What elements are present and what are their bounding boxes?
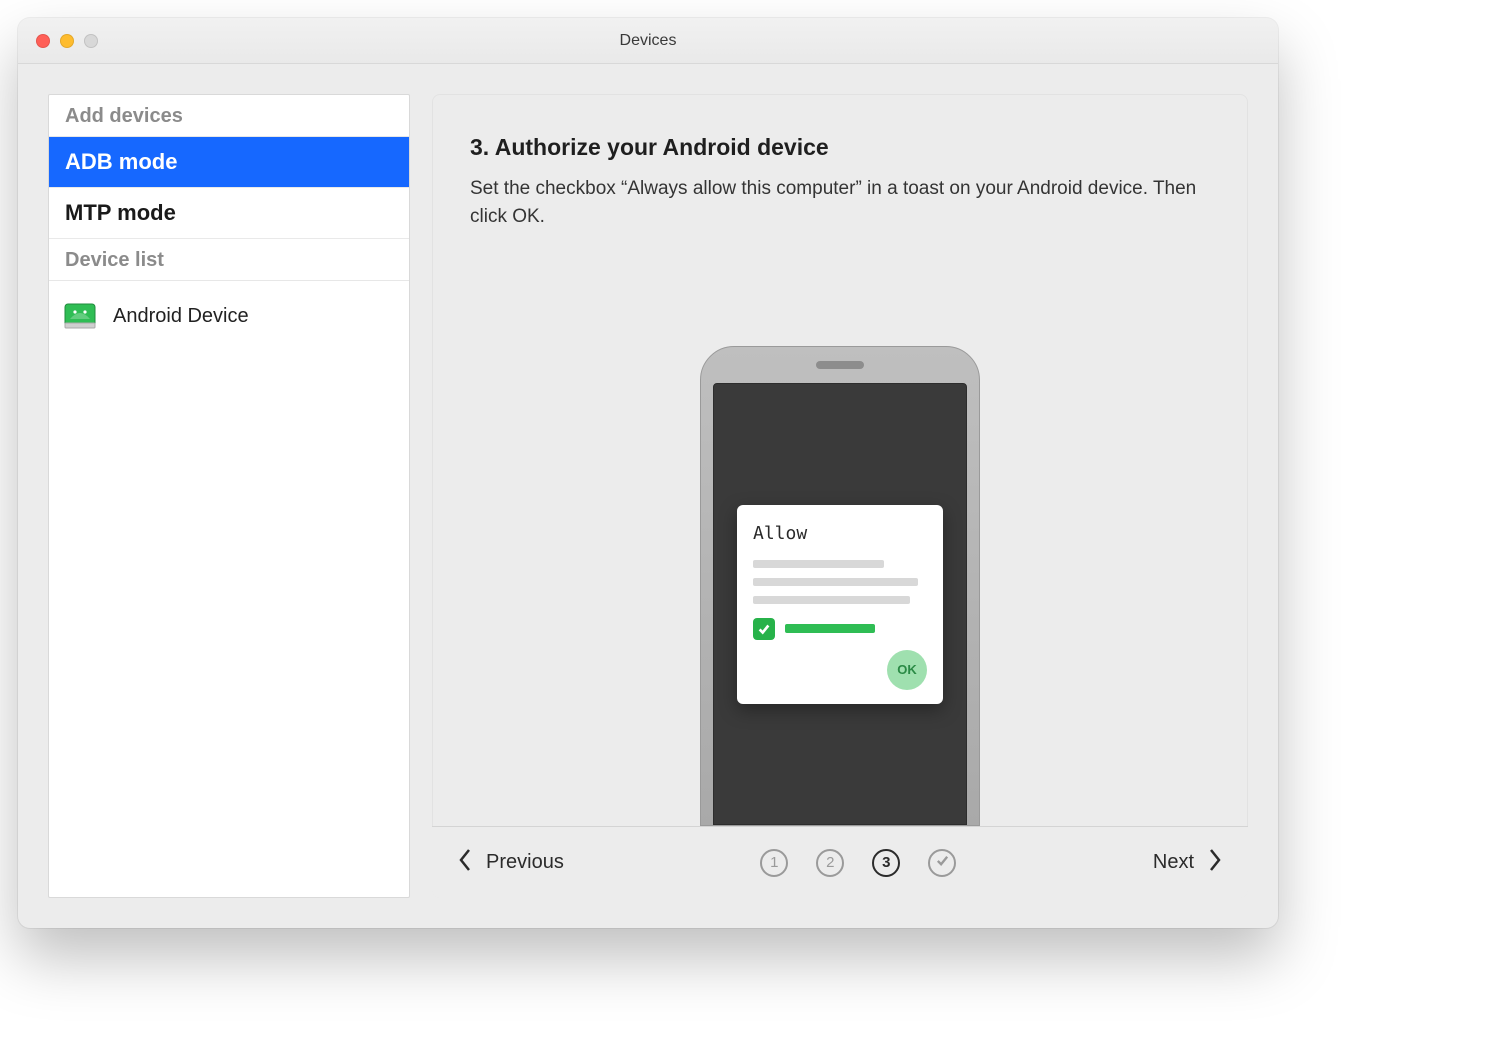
- phone-illustration: Allow: [700, 346, 980, 826]
- step-indicator-3[interactable]: 3: [872, 849, 900, 877]
- chevron-left-icon: [456, 847, 474, 879]
- window: Devices Add devices ADB mode MTP mode De…: [18, 18, 1278, 928]
- placeholder-line: [753, 560, 884, 568]
- step-indicator: 1 2 3: [760, 849, 956, 877]
- minimize-icon[interactable]: [60, 34, 74, 48]
- sidebar-header-device-list: Device list: [49, 239, 409, 281]
- close-icon[interactable]: [36, 34, 50, 48]
- step-description: Set the checkbox “Always allow this comp…: [470, 175, 1210, 230]
- chevron-right-icon: [1206, 847, 1224, 879]
- wizard-footer: Previous 1 2 3: [432, 826, 1248, 898]
- window-title: Devices: [620, 32, 677, 50]
- next-label: Next: [1153, 851, 1194, 874]
- step-title: 3. Authorize your Android device: [470, 134, 1210, 161]
- checkbox-checked-icon: [753, 618, 775, 640]
- window-controls: [36, 34, 98, 48]
- allow-toast: Allow: [737, 505, 943, 704]
- sidebar: Add devices ADB mode MTP mode Device lis…: [48, 94, 410, 898]
- placeholder-line: [753, 578, 918, 586]
- toast-title: Allow: [753, 523, 927, 544]
- main-panel: 3. Authorize your Android device Set the…: [432, 94, 1248, 898]
- step-indicator-done[interactable]: [928, 849, 956, 877]
- maximize-icon[interactable]: [84, 34, 98, 48]
- check-icon: [935, 853, 950, 872]
- sidebar-header-add-devices: Add devices: [49, 95, 409, 137]
- titlebar: Devices: [18, 18, 1278, 64]
- device-name: Android Device: [113, 305, 249, 328]
- step-indicator-2[interactable]: 2: [816, 849, 844, 877]
- sidebar-item-label: ADB mode: [65, 149, 177, 174]
- sidebar-item-adb-mode[interactable]: ADB mode: [49, 137, 409, 188]
- placeholder-line: [753, 596, 910, 604]
- ok-button-illustration: OK: [887, 650, 927, 690]
- android-device-icon: [63, 299, 97, 333]
- next-button[interactable]: Next: [1153, 847, 1224, 879]
- previous-button[interactable]: Previous: [456, 847, 564, 879]
- device-list-item[interactable]: Android Device: [49, 281, 409, 351]
- sidebar-item-mtp-mode[interactable]: MTP mode: [49, 188, 409, 239]
- previous-label: Previous: [486, 851, 564, 874]
- step-indicator-1[interactable]: 1: [760, 849, 788, 877]
- placeholder-line: [785, 624, 875, 633]
- sidebar-item-label: MTP mode: [65, 200, 176, 225]
